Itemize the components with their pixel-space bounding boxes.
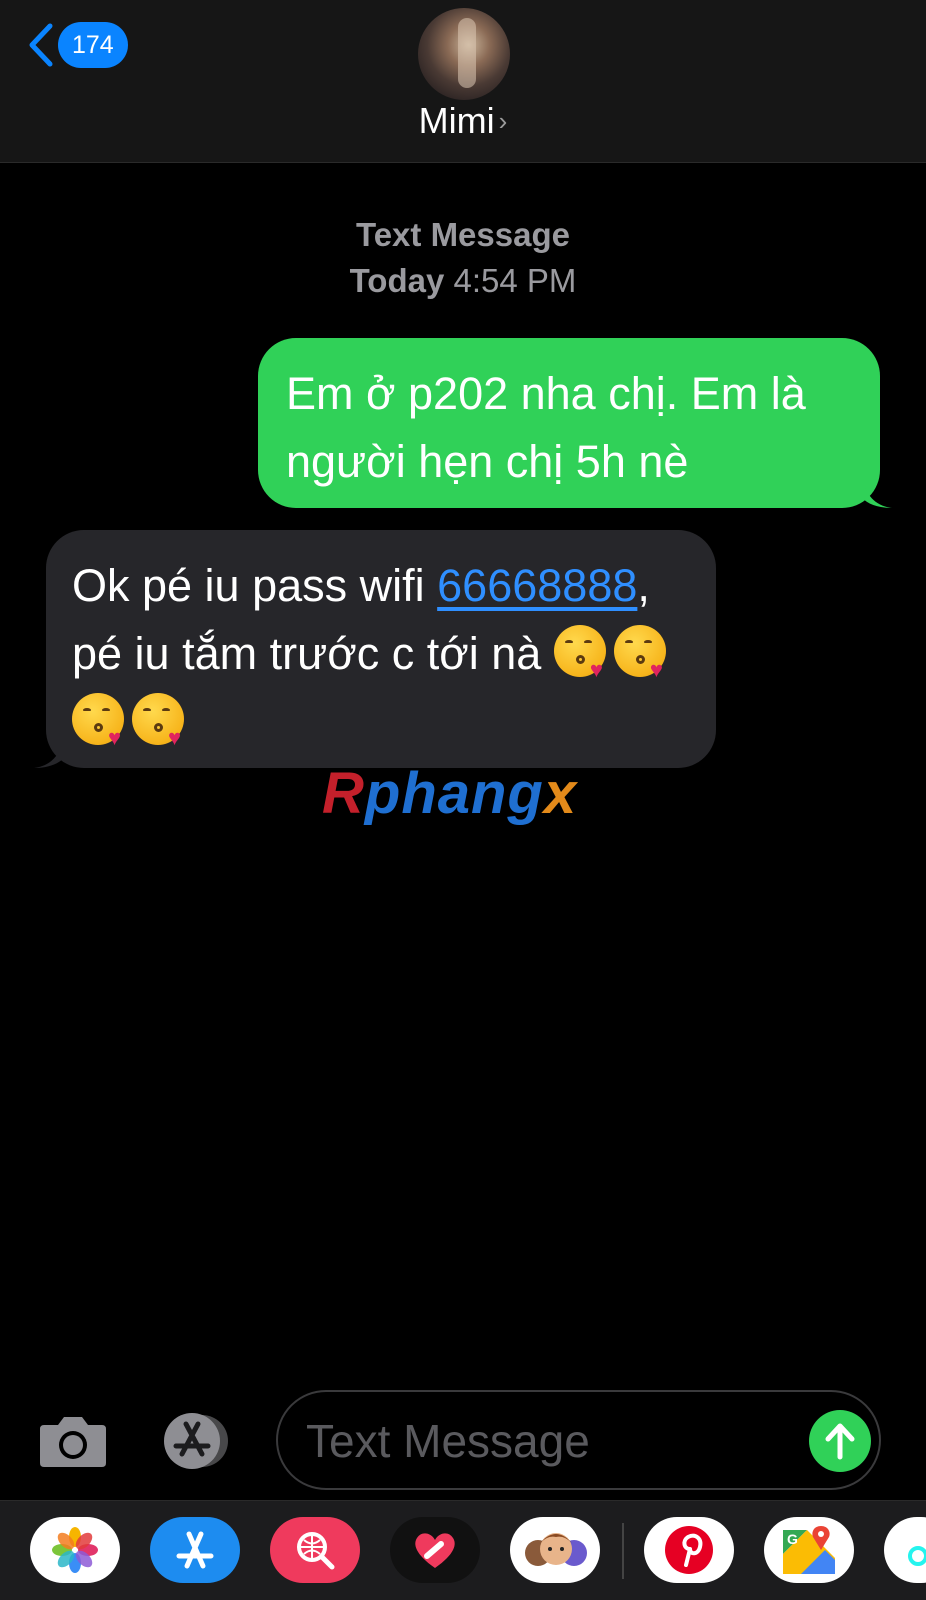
unread-count-badge: 174 (58, 22, 128, 68)
conversation-meta: Text Message Today 4:54 PM (0, 212, 926, 304)
pinterest-app-icon[interactable] (644, 1517, 734, 1583)
chevron-right-icon: › (498, 106, 508, 136)
tiktok-app-icon[interactable] (884, 1517, 926, 1583)
watermark-logo: Rphangx (322, 761, 578, 826)
outgoing-message-bubble[interactable]: Em ở p202 nha chị. Em là người hẹn chị 5… (258, 338, 892, 508)
message-text: Ok pé iu pass wifi (72, 560, 438, 611)
camera-icon[interactable] (38, 1413, 108, 1469)
back-button[interactable]: 174 (26, 22, 128, 68)
avatar-photo (458, 18, 476, 88)
drawer-divider (622, 1523, 624, 1579)
face-blowing-kiss-emoji: ♥ (553, 625, 606, 681)
app-drawer: G (0, 1500, 926, 1600)
web-images-search-icon[interactable] (270, 1517, 360, 1583)
face-blowing-kiss-emoji: ♥ (72, 693, 124, 749)
day-label: Today (349, 262, 445, 299)
conversation-header: 174 Mimi › (0, 0, 926, 163)
chevron-left-icon (29, 23, 53, 67)
memoji-stickers-icon[interactable] (510, 1517, 600, 1583)
bubble-tail (34, 738, 64, 768)
svg-text:G: G (787, 1531, 798, 1547)
app-store-app-icon[interactable] (150, 1517, 240, 1583)
contact-name: Mimi (418, 100, 495, 141)
arrow-up-icon (825, 1423, 855, 1460)
digital-touch-icon[interactable] (390, 1517, 480, 1583)
contact-avatar[interactable] (418, 8, 510, 100)
message-input-placeholder: Text Message (306, 1415, 590, 1467)
time-label: 4:54 PM (453, 262, 577, 299)
service-label: Text Message (356, 216, 570, 253)
face-blowing-kiss-emoji: ♥ (132, 693, 184, 749)
contact-name-button[interactable]: Mimi › (0, 100, 926, 142)
incoming-message-bubble[interactable]: Ok pé iu pass wifi 66668888, pé iu tắm t… (34, 530, 716, 768)
google-maps-app-icon[interactable]: G (764, 1517, 854, 1583)
message-text: Em ở p202 nha chị. Em là người hẹn chị 5… (286, 368, 806, 487)
message-input[interactable]: Text Message (276, 1390, 881, 1490)
phone-number-link[interactable]: 66668888 (437, 560, 637, 611)
send-button[interactable] (809, 1410, 871, 1472)
bubble-tail (862, 478, 892, 508)
face-blowing-kiss-emoji: ♥ (613, 625, 666, 681)
photos-app-icon[interactable] (30, 1517, 120, 1583)
app-store-icon[interactable] (156, 1412, 236, 1470)
